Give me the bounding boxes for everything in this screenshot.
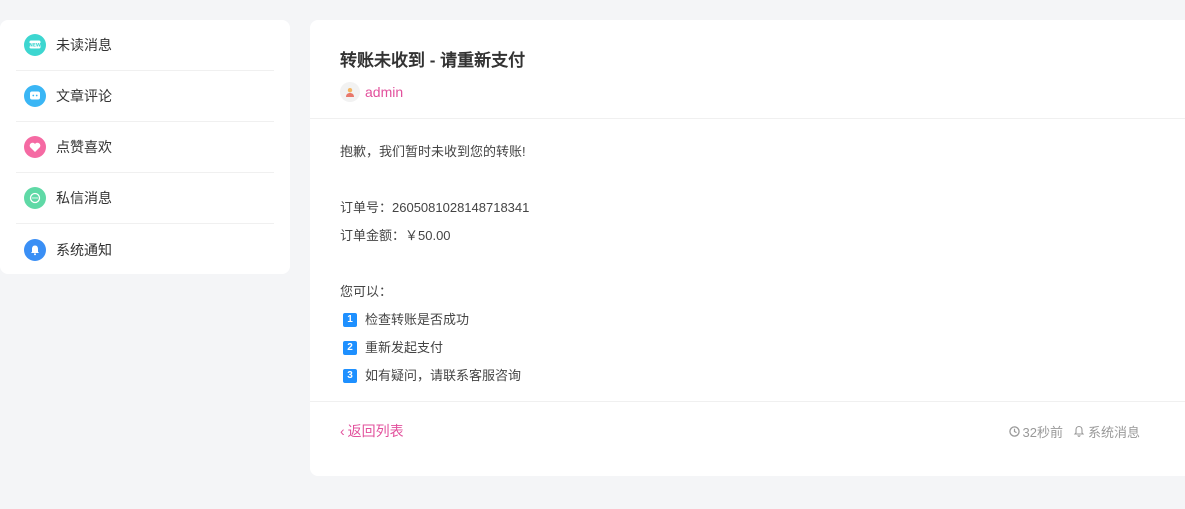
step-text: 重新发起支付: [365, 340, 444, 355]
message-greeting: 抱歉，我们暂时未收到您的转账!: [340, 144, 526, 159]
message-category: 系统消息: [1073, 422, 1140, 441]
sidebar-item-comments[interactable]: 文章评论: [16, 71, 274, 122]
options-intro: 您可以：: [340, 284, 393, 299]
chevron-left-icon: ‹: [340, 423, 345, 439]
bell-outline-icon: [1073, 425, 1085, 437]
step-text: 如有疑问，请联系客服咨询: [365, 368, 522, 383]
time-label: 32秒前: [1022, 424, 1063, 440]
heart-icon: [24, 136, 46, 158]
unread-icon: NEW: [24, 34, 46, 56]
bell-icon: [24, 238, 46, 261]
step-text: 检查转账是否成功: [365, 312, 470, 327]
back-to-list-link[interactable]: ‹ 返回列表: [340, 421, 404, 441]
message-detail-panel: 转账未收到 - 请重新支付 admin 抱歉，我们暂时未收到您的转账! 订单号：…: [310, 20, 1185, 476]
step-number-badge: 3: [343, 369, 357, 383]
avatar[interactable]: [340, 82, 360, 102]
message-time: 32秒前: [1008, 422, 1063, 441]
list-item: 2 重新发起支付: [340, 334, 1170, 362]
comment-icon: [24, 85, 46, 107]
sidebar-item-label: 系统通知: [56, 241, 112, 258]
message-meta: 32秒前 系统消息: [999, 422, 1140, 441]
sidebar-item-label: 点赞喜欢: [56, 139, 112, 155]
sidebar-item-label: 未读消息: [56, 37, 112, 53]
order-amount: 订单金额：￥50.00: [340, 228, 451, 243]
svg-text:NEW: NEW: [29, 43, 41, 49]
sidebar-item-label: 文章评论: [56, 88, 112, 104]
message-title: 转账未收到 - 请重新支付: [340, 51, 526, 70]
list-item: 3 如有疑问，请联系客服咨询: [340, 362, 1170, 390]
sidebar-item-label: 私信消息: [56, 190, 112, 206]
message-header: 转账未收到 - 请重新支付 admin: [310, 20, 1185, 119]
sidebar-item-private-messages[interactable]: 私信消息: [16, 173, 274, 224]
sidebar-item-unread[interactable]: NEW 未读消息: [16, 20, 274, 71]
step-number-badge: 2: [343, 341, 357, 355]
message-footer: ‹ 返回列表 32秒前 系统消息: [310, 402, 1185, 460]
back-link-label: 返回列表: [347, 423, 404, 439]
step-number-badge: 1: [343, 313, 357, 327]
sidebar-item-likes[interactable]: 点赞喜欢: [16, 122, 274, 173]
chat-icon: [24, 187, 46, 209]
sidebar-item-system-notice[interactable]: 系统通知: [16, 224, 274, 275]
message-sidebar: NEW 未读消息 文章评论 点赞喜欢 私信消息 系统通知: [0, 20, 290, 274]
message-body: 抱歉，我们暂时未收到您的转账! 订单号：2605081028148718341 …: [310, 119, 1185, 402]
clock-icon: [1008, 425, 1020, 437]
message-author: admin: [340, 82, 1170, 102]
order-number: 订单号：2605081028148718341: [340, 200, 530, 215]
list-item: 1 检查转账是否成功: [340, 306, 1170, 334]
category-label: 系统消息: [1087, 424, 1140, 440]
author-name[interactable]: admin: [365, 84, 403, 100]
